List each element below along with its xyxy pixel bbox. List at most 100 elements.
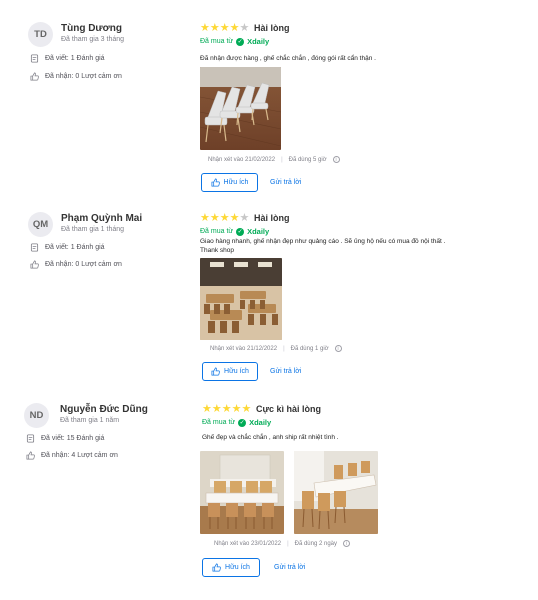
- reviewer-joined: Đã tham gia 1 tháng: [61, 226, 125, 233]
- review-photo-image: [294, 451, 378, 534]
- written-value: 1 Đánh giá: [70, 244, 105, 251]
- review-photo[interactable]: [200, 258, 282, 340]
- star-icon: ★: [209, 212, 220, 224]
- check-icon: ✓: [236, 227, 245, 236]
- star-empty-icon: ★: [239, 212, 250, 224]
- avatar: TD: [28, 22, 53, 47]
- bought-from: Đã mua từ ✓ Xdaily: [200, 37, 269, 46]
- info-icon[interactable]: i: [332, 156, 340, 163]
- review-count-icon: [26, 434, 35, 443]
- star-empty-icon: ★: [239, 22, 250, 34]
- review-count-icon: [30, 54, 39, 63]
- written-label: Đã viết:: [45, 244, 69, 251]
- rating-stars: ★ ★ ★ ★ ★: [200, 23, 249, 34]
- rating-title: Cực kì hài lòng: [256, 404, 322, 414]
- reviews-written: Đã viết: 1 Đánh giá: [30, 243, 105, 252]
- thumbs-up-icon: [212, 563, 221, 572]
- star-icon: ★: [231, 403, 242, 415]
- review-photo[interactable]: [200, 67, 281, 150]
- separator: |: [281, 156, 283, 163]
- thanks-received: Đã nhận: 4 Lượt cảm ơn: [26, 451, 118, 460]
- thanks-label: Đã nhận:: [45, 73, 74, 80]
- reply-button[interactable]: Gửi trả lời: [270, 368, 301, 375]
- reviewer-joined: Đã tham gia 1 năm: [60, 417, 120, 424]
- review-text: Ghế đẹp và chắc chắn , anh ship rất nhiệ…: [202, 434, 339, 441]
- rating-title: Hài lòng: [254, 213, 290, 223]
- helpful-button[interactable]: Hữu ích: [201, 173, 258, 192]
- avatar: ND: [24, 403, 49, 428]
- reply-button[interactable]: Gửi trả lời: [274, 564, 305, 571]
- usage-duration: Đã dùng 1 giờ: [290, 345, 329, 352]
- review-meta: Nhận xét vào 23/01/2022 | Đã dùng 2 ngày…: [214, 540, 350, 547]
- star-icon: ★: [219, 212, 230, 224]
- written-value: 15 Đánh giá: [66, 435, 105, 442]
- info-icon[interactable]: i: [334, 345, 342, 352]
- review-meta: Nhận xét vào 21/02/2022 | Đã dùng 5 giờ …: [208, 156, 340, 163]
- info-icon[interactable]: i: [343, 540, 350, 547]
- reviewer-name: Phạm Quỳnh Mai: [61, 213, 143, 224]
- thanks-value: 0 Lượt cảm ơn: [75, 73, 122, 80]
- review-count-icon: [30, 243, 39, 252]
- review-photo[interactable]: [294, 451, 378, 534]
- review-meta: Nhận xét vào 21/12/2022 | Đã dùng 1 giờ …: [210, 345, 342, 352]
- separator: |: [287, 540, 289, 547]
- helpful-label: Hữu ích: [225, 564, 250, 571]
- seller-name[interactable]: Xdaily: [247, 227, 269, 236]
- usage-duration: Đã dùng 5 giờ: [288, 156, 327, 163]
- bought-prefix: Đã mua từ: [202, 419, 236, 426]
- reviews-written: Đã viết: 15 Đánh giá: [26, 434, 104, 443]
- helpful-button[interactable]: Hữu ích: [202, 362, 258, 381]
- helpful-button[interactable]: Hữu ích: [202, 558, 260, 577]
- thanks-value: 4 Lượt cảm ơn: [71, 452, 118, 459]
- thumbs-up-icon: [30, 260, 39, 269]
- written-value: 1 Đánh giá: [70, 55, 105, 62]
- review-photo-image: [200, 451, 284, 534]
- reply-button[interactable]: Gửi trả lời: [270, 179, 301, 186]
- helpful-label: Hữu ích: [224, 368, 249, 375]
- star-icon: ★: [202, 403, 212, 415]
- reviewer-name: Tùng Dương: [61, 23, 123, 34]
- helpful-label: Hữu ích: [223, 179, 249, 186]
- star-icon: ★: [209, 22, 220, 34]
- bought-prefix: Đã mua từ: [200, 38, 234, 45]
- review-date: Nhận xét vào 21/12/2022: [210, 345, 278, 352]
- written-label: Đã viết:: [45, 55, 69, 62]
- usage-duration: Đã dùng 2 ngày: [294, 540, 337, 547]
- reviewer-name: Nguyễn Đức Dũng: [60, 404, 148, 415]
- star-icon: ★: [200, 22, 210, 34]
- avatar: QM: [28, 212, 53, 237]
- written-label: Đã viết:: [41, 435, 65, 442]
- reviewer-joined: Đã tham gia 3 tháng: [61, 36, 125, 43]
- thumbs-up-icon: [30, 72, 39, 81]
- seller-name[interactable]: Xdaily: [247, 37, 269, 46]
- star-icon: ★: [211, 403, 222, 415]
- review-date: Nhận xét vào 21/02/2022: [208, 156, 276, 163]
- star-icon: ★: [229, 22, 240, 34]
- star-icon: ★: [200, 212, 210, 224]
- seller-name[interactable]: Xdaily: [249, 418, 271, 427]
- rating-stars: ★ ★ ★ ★ ★: [200, 213, 249, 224]
- review-date: Nhận xét vào 23/01/2022: [214, 540, 282, 547]
- review-text: Đã nhận được hàng , ghế chắc chắn , đóng…: [200, 55, 376, 62]
- check-icon: ✓: [238, 418, 247, 427]
- thanks-label: Đã nhận:: [45, 261, 74, 268]
- thanks-received: Đã nhận: 0 Lượt cảm ơn: [30, 260, 122, 269]
- bought-prefix: Đã mua từ: [200, 228, 234, 235]
- thanks-value: 0 Lượt cảm ơn: [75, 261, 122, 268]
- reviews-written: Đã viết: 1 Đánh giá: [30, 54, 105, 63]
- review-text: Giao hàng nhanh, ghế nhận đẹp như quảng …: [200, 238, 446, 254]
- star-icon: ★: [219, 22, 230, 34]
- review-photo[interactable]: [200, 451, 284, 534]
- thumbs-up-icon: [211, 367, 220, 376]
- bought-from: Đã mua từ ✓ Xdaily: [200, 227, 269, 236]
- rating-stars: ★ ★ ★ ★ ★: [202, 404, 251, 415]
- star-icon: ★: [229, 212, 240, 224]
- thumbs-up-icon: [211, 178, 220, 187]
- thumbs-up-icon: [26, 451, 35, 460]
- thanks-received: Đã nhận: 0 Lượt cảm ơn: [30, 72, 122, 81]
- star-icon: ★: [241, 403, 252, 415]
- review-photo-image: [200, 258, 282, 340]
- separator: |: [283, 345, 285, 352]
- star-icon: ★: [221, 403, 232, 415]
- thanks-label: Đã nhận:: [41, 452, 70, 459]
